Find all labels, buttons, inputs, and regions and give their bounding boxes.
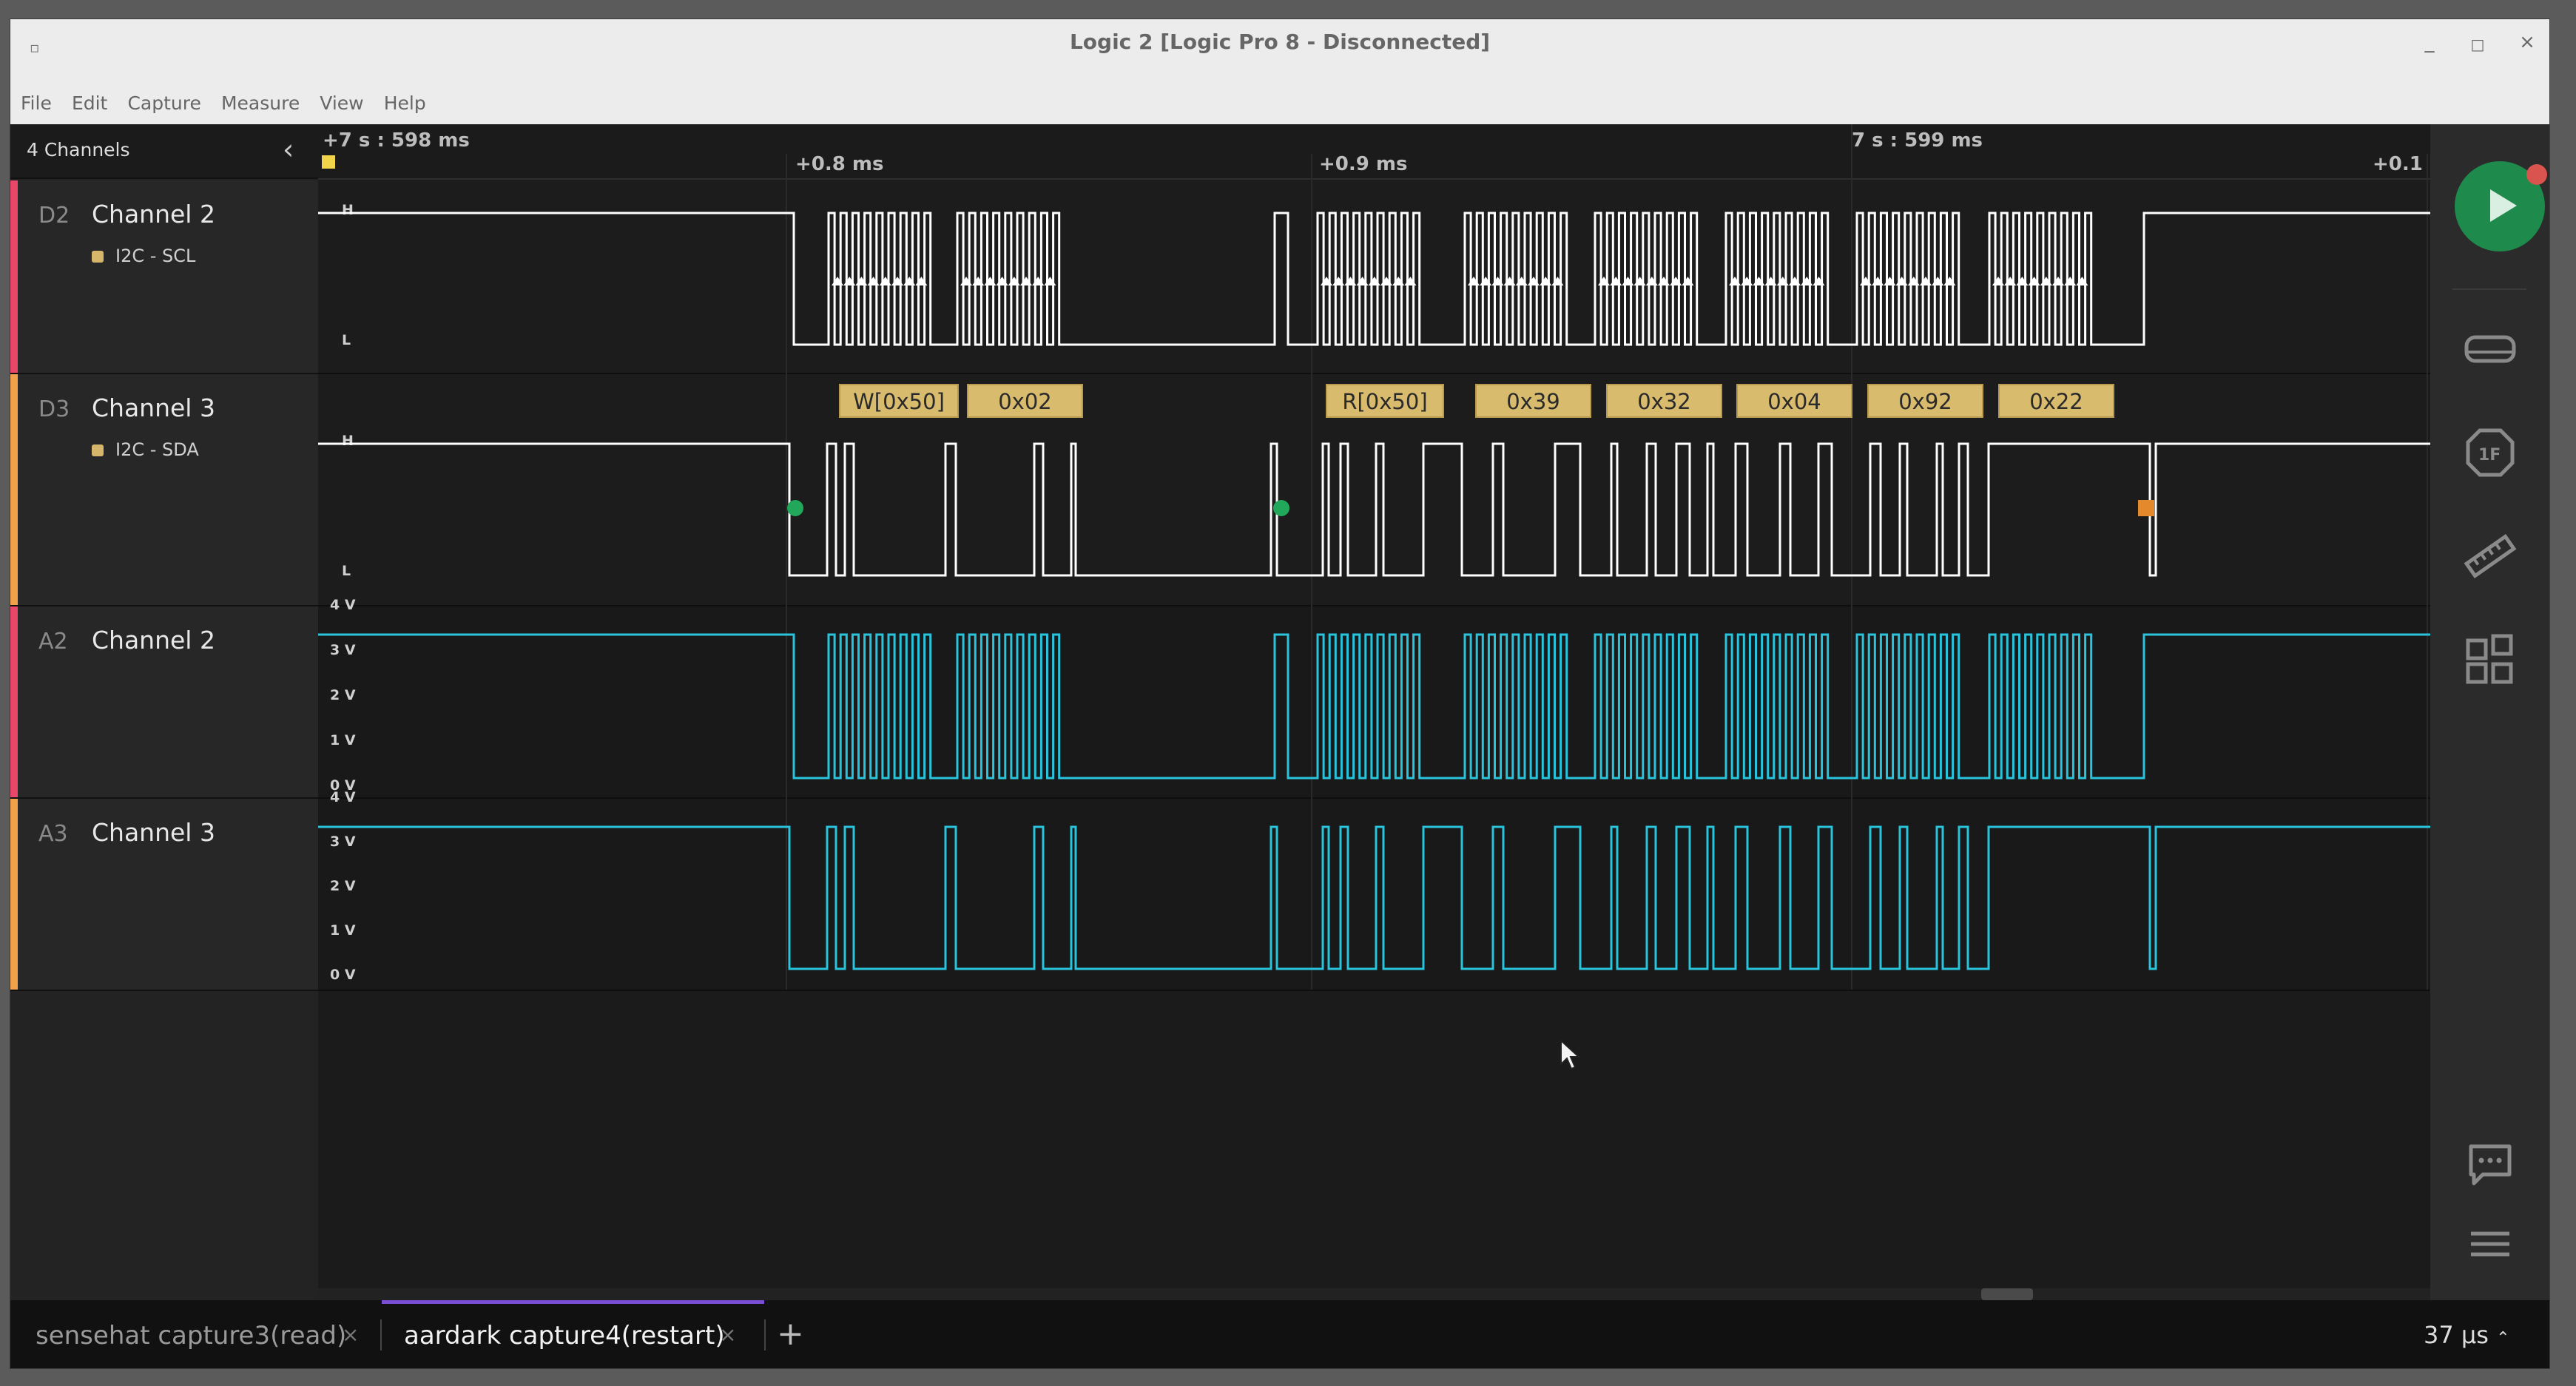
device-icon[interactable] xyxy=(2464,322,2517,376)
voltage-axis-label: 3 V xyxy=(330,834,356,850)
analyzer-label: I2C - SCL xyxy=(115,246,196,266)
chat-icon[interactable] xyxy=(2464,1137,2517,1191)
decoded-packet-label: 0x22 xyxy=(2029,389,2083,414)
menu-help[interactable]: Help xyxy=(376,82,434,114)
menu-edit[interactable]: Edit xyxy=(64,82,115,114)
waveform-area[interactable]: +7 s : 598 ms 7 s : 599 ms +0.8 ms +0.9 … xyxy=(318,124,2430,1300)
menu-icon[interactable] xyxy=(2464,1217,2517,1271)
channel-row-d2[interactable]: D2 Channel 2 I2C - SCL xyxy=(10,180,318,374)
menu-capture[interactable]: Capture xyxy=(119,82,209,114)
collapse-sidebar-icon[interactable]: ‹ xyxy=(283,133,294,166)
channel-color-stripe xyxy=(10,606,18,797)
horizontal-scrollbar[interactable] xyxy=(318,1288,2430,1300)
decoded-packet-label: 0x32 xyxy=(1637,389,1691,414)
timeline-tick: +0.8 ms xyxy=(795,153,883,175)
start-condition-marker[interactable] xyxy=(1273,500,1289,516)
level-high-label: H xyxy=(342,433,354,449)
timeline-tick: +0.1 ms xyxy=(2373,153,2430,175)
tab-aardark-capture4[interactable]: aardark capture4(restart) × xyxy=(382,1300,764,1368)
analyzer-tag[interactable]: I2C - SDA xyxy=(92,439,199,460)
channel-name[interactable]: Channel 3 xyxy=(92,393,215,422)
window-title: Logic 2 [Logic Pro 8 - Disconnected] xyxy=(1069,30,1491,54)
measure-icon[interactable] xyxy=(2464,530,2517,583)
channel-count: 4 Channels xyxy=(27,139,130,160)
channel-row-a2[interactable]: A2 Channel 2 xyxy=(10,606,318,799)
analyzer-swatch xyxy=(92,251,104,263)
voltage-axis-label: 2 V xyxy=(330,878,356,894)
decoded-packet-label: 0x39 xyxy=(1506,389,1560,414)
tab-label: aardark capture4(restart) xyxy=(404,1321,725,1350)
zoom-readout[interactable]: 37 μs ⌃ xyxy=(2424,1321,2510,1349)
decoded-packet-label: W[0x50] xyxy=(853,389,945,414)
analyzer-label: I2C - SDA xyxy=(115,439,199,460)
stop-condition-marker[interactable] xyxy=(2138,500,2154,516)
channel-id: A2 xyxy=(38,629,68,655)
timeline-tick: +0.9 ms xyxy=(1319,153,1407,175)
channel-color-stripe xyxy=(10,180,18,373)
channel-id: D3 xyxy=(38,396,70,422)
sidebar-header: 4 Channels ‹ xyxy=(10,124,318,179)
channel-color-stripe xyxy=(10,799,18,990)
decoded-packet-label: 0x02 xyxy=(998,389,1052,414)
voltage-axis-label: 1 V xyxy=(330,732,356,748)
channel-row-a3[interactable]: A3 Channel 3 xyxy=(10,799,318,991)
level-high-label: H xyxy=(342,202,354,218)
analyzer-swatch xyxy=(92,444,104,456)
channel-name[interactable]: Channel 2 xyxy=(92,626,215,655)
voltage-axis-label: 2 V xyxy=(330,687,356,703)
trigger-marker[interactable] xyxy=(322,155,335,169)
mouse-pointer-icon xyxy=(1560,1039,1581,1070)
voltage-axis-label: 4 V xyxy=(330,789,356,805)
menu-measure[interactable]: Measure xyxy=(213,82,308,114)
title-bar: ▫ Logic 2 [Logic Pro 8 - Disconnected] _… xyxy=(10,19,2549,82)
maximize-icon[interactable]: □ xyxy=(2463,36,2492,53)
analyzer-tag[interactable]: I2C - SCL xyxy=(92,246,195,266)
capture-tab-bar: sensehat capture3(read) × aardark captur… xyxy=(10,1300,2549,1368)
voltage-axis-label: 4 V xyxy=(330,597,356,613)
channel-id: A3 xyxy=(38,821,68,847)
play-icon xyxy=(2490,189,2517,222)
recording-indicator xyxy=(2526,164,2547,185)
tab-close-icon[interactable]: × xyxy=(719,1322,736,1347)
channel-name[interactable]: Channel 3 xyxy=(92,818,215,847)
voltage-axis-label: 0 V xyxy=(330,967,356,983)
waveform-canvas[interactable]: +7 s : 598 ms 7 s : 599 ms +0.8 ms +0.9 … xyxy=(318,124,2430,1300)
right-tool-panel: 1F xyxy=(2430,124,2549,1300)
chevron-up-icon: ⌃ xyxy=(2496,1329,2510,1348)
tab-sensehat-capture3[interactable]: sensehat capture3(read) × xyxy=(10,1300,380,1368)
menu-view[interactable]: View xyxy=(311,82,371,114)
channel-row-d3[interactable]: D3 Channel 3 I2C - SDA xyxy=(10,374,318,606)
channel-color-stripe xyxy=(10,374,18,605)
decoded-packet-label: 0x04 xyxy=(1767,389,1821,414)
channel-sidebar: 4 Channels ‹ D2 Channel 2 I2C - SCL D3 C… xyxy=(10,124,318,1300)
channel-id: D2 xyxy=(38,203,70,229)
start-condition-marker[interactable] xyxy=(787,500,803,516)
voltage-axis-label: 1 V xyxy=(330,922,356,939)
level-low-label: L xyxy=(342,332,351,348)
level-low-label: L xyxy=(342,563,351,579)
timeline-label-mid: 7 s : 599 ms xyxy=(1852,129,1983,152)
extensions-icon[interactable] xyxy=(2464,633,2517,686)
decoded-packet-label: 0x92 xyxy=(1898,389,1952,414)
timeline-label-start: +7 s : 598 ms xyxy=(323,129,470,152)
minimize-icon[interactable]: _ xyxy=(2415,31,2444,53)
menu-bar: File Edit Capture Measure View Help xyxy=(10,82,2549,125)
app-window: ▫ Logic 2 [Logic Pro 8 - Disconnected] _… xyxy=(10,18,2550,1369)
zoom-value: 37 μs xyxy=(2424,1321,2489,1349)
voltage-axis-label: 3 V xyxy=(330,642,356,658)
scrollbar-thumb[interactable] xyxy=(1981,1288,2033,1300)
menu-file[interactable]: File xyxy=(10,82,60,114)
new-tab-button[interactable]: + xyxy=(777,1315,804,1353)
analyzer-icon[interactable]: 1F xyxy=(2464,426,2517,479)
decoded-packet-label: R[0x50] xyxy=(1342,389,1427,414)
close-icon[interactable]: × xyxy=(2512,31,2542,53)
channel-name[interactable]: Channel 2 xyxy=(92,200,215,229)
svg-text:1F: 1F xyxy=(2478,446,2501,464)
tab-close-icon[interactable]: × xyxy=(342,1322,359,1347)
tab-label: sensehat capture3(read) xyxy=(36,1321,347,1350)
